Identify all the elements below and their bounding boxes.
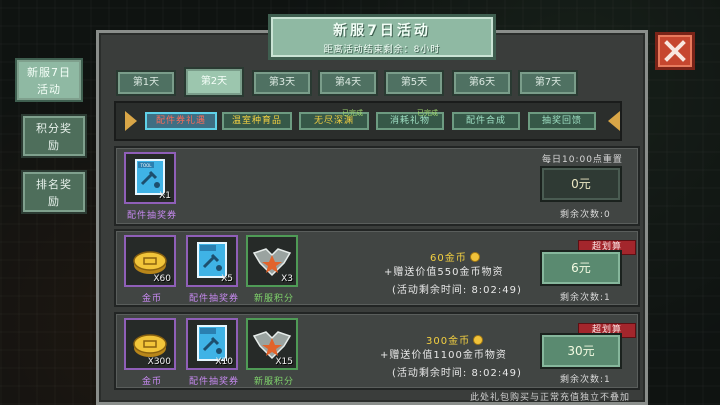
remaining-count: 剩余次数:1 bbox=[560, 375, 611, 385]
subtab-badge: 已完成 bbox=[342, 109, 363, 117]
item-count: X3 bbox=[281, 274, 293, 284]
scroll-right-arrow-icon[interactable] bbox=[608, 111, 620, 131]
subtab-consume-gift[interactable]: 已完成 消耗礼物 bbox=[376, 109, 444, 130]
item-name: 配件抽奖券 bbox=[126, 211, 177, 221]
svg-text:TOOL: TOOL bbox=[140, 163, 153, 168]
item-frame[interactable]: X300 bbox=[124, 318, 176, 370]
side-tab-rank-reward[interactable]: 排名奖 励 bbox=[21, 170, 87, 214]
scroll-left-arrow-icon[interactable] bbox=[125, 111, 137, 131]
tab-day-1[interactable]: 第1天 bbox=[116, 70, 176, 96]
tab-day-6[interactable]: 第6天 bbox=[452, 70, 512, 96]
item-frame[interactable]: X3 bbox=[246, 235, 298, 287]
gold-amount: 300金币 bbox=[426, 332, 484, 347]
subtab-label: 配件券礼遇 bbox=[155, 116, 206, 126]
footer-note: 此处礼包购买与正常充值独立不叠加 bbox=[470, 393, 631, 403]
item-frame[interactable]: X10 bbox=[186, 318, 238, 370]
item-count: X1 bbox=[159, 191, 171, 201]
subtab-label: 配件合成 bbox=[465, 116, 506, 126]
title-banner: 新服7日活动 距离活动结束剩余：8小时 bbox=[268, 14, 496, 60]
coin-icon bbox=[473, 335, 484, 345]
close-icon bbox=[664, 40, 686, 62]
item-count: X300 bbox=[147, 357, 171, 367]
item-count: X15 bbox=[275, 357, 293, 367]
buy-button[interactable]: 6元 bbox=[540, 250, 622, 286]
item-count: X5 bbox=[221, 274, 233, 284]
countdown-text: 距离活动结束剩余：8小时 bbox=[323, 45, 441, 55]
subtab-greenhouse[interactable]: 温室种育品 bbox=[222, 112, 292, 130]
item-frame[interactable]: TOOL X1 bbox=[124, 152, 176, 204]
item-name: 新服积分 bbox=[253, 377, 294, 387]
item-frame[interactable]: X15 bbox=[246, 318, 298, 370]
subtab-abyss[interactable]: 已完成 无尽深渊 bbox=[299, 109, 369, 130]
side-tab-points-reward[interactable]: 积分奖 励 bbox=[21, 114, 87, 158]
item-frame[interactable]: X5 bbox=[186, 235, 238, 287]
item-name: 金币 bbox=[141, 294, 162, 304]
side-tab-label: 新服7日 活动 bbox=[27, 66, 71, 96]
page-title: 新服7日活动 bbox=[333, 23, 431, 39]
activity-time: (活动剩余时间: 8:02:49) bbox=[392, 368, 522, 379]
item-count: X60 bbox=[153, 274, 171, 284]
subtab-label: 抽奖回馈 bbox=[541, 116, 582, 126]
activity-time: (活动剩余时间: 8:02:49) bbox=[392, 285, 522, 296]
subtab-lottery-return[interactable]: 抽奖回馈 bbox=[528, 112, 596, 130]
side-tab-label: 积分奖 励 bbox=[36, 122, 72, 152]
subtab-label: 温室种育品 bbox=[231, 116, 282, 126]
tab-day-7[interactable]: 第7天 bbox=[518, 70, 578, 96]
side-tab-seven-day[interactable]: 新服7日 活动 bbox=[15, 58, 83, 102]
subtab-parts-ticket[interactable]: 配件券礼遇 bbox=[145, 112, 217, 130]
price-label: 30元 bbox=[567, 344, 595, 358]
remaining-count: 剩余次数:1 bbox=[560, 293, 611, 303]
item-name: 新服积分 bbox=[253, 294, 294, 304]
item-name: 金币 bbox=[141, 377, 162, 387]
buy-button[interactable]: 0元 bbox=[540, 166, 622, 202]
remaining-count: 剩余次数:0 bbox=[560, 210, 611, 220]
bonus-text: +赠送价值1100金币物资 bbox=[380, 350, 507, 361]
tab-day-3[interactable]: 第3天 bbox=[252, 70, 312, 96]
item-frame[interactable]: X60 bbox=[124, 235, 176, 287]
coin-icon bbox=[469, 252, 480, 262]
subtab-badge: 已完成 bbox=[417, 109, 438, 117]
tab-day-5[interactable]: 第5天 bbox=[384, 70, 444, 96]
tab-day-4[interactable]: 第4天 bbox=[318, 70, 378, 96]
price-label: 6元 bbox=[571, 261, 591, 275]
price-label: 0元 bbox=[571, 177, 591, 191]
close-button[interactable] bbox=[655, 32, 695, 70]
buy-button[interactable]: 30元 bbox=[540, 333, 622, 369]
reset-note: 每日10:00点重置 bbox=[542, 155, 623, 165]
bonus-text: +赠送价值550金币物资 bbox=[384, 267, 504, 278]
subtab-parts-synth[interactable]: 配件合成 bbox=[452, 112, 520, 130]
side-tab-label: 排名奖 励 bbox=[36, 178, 72, 208]
item-count: X10 bbox=[215, 357, 233, 367]
tab-day-2[interactable]: 第2天 bbox=[184, 67, 244, 97]
gold-amount: 60金币 bbox=[430, 249, 480, 264]
